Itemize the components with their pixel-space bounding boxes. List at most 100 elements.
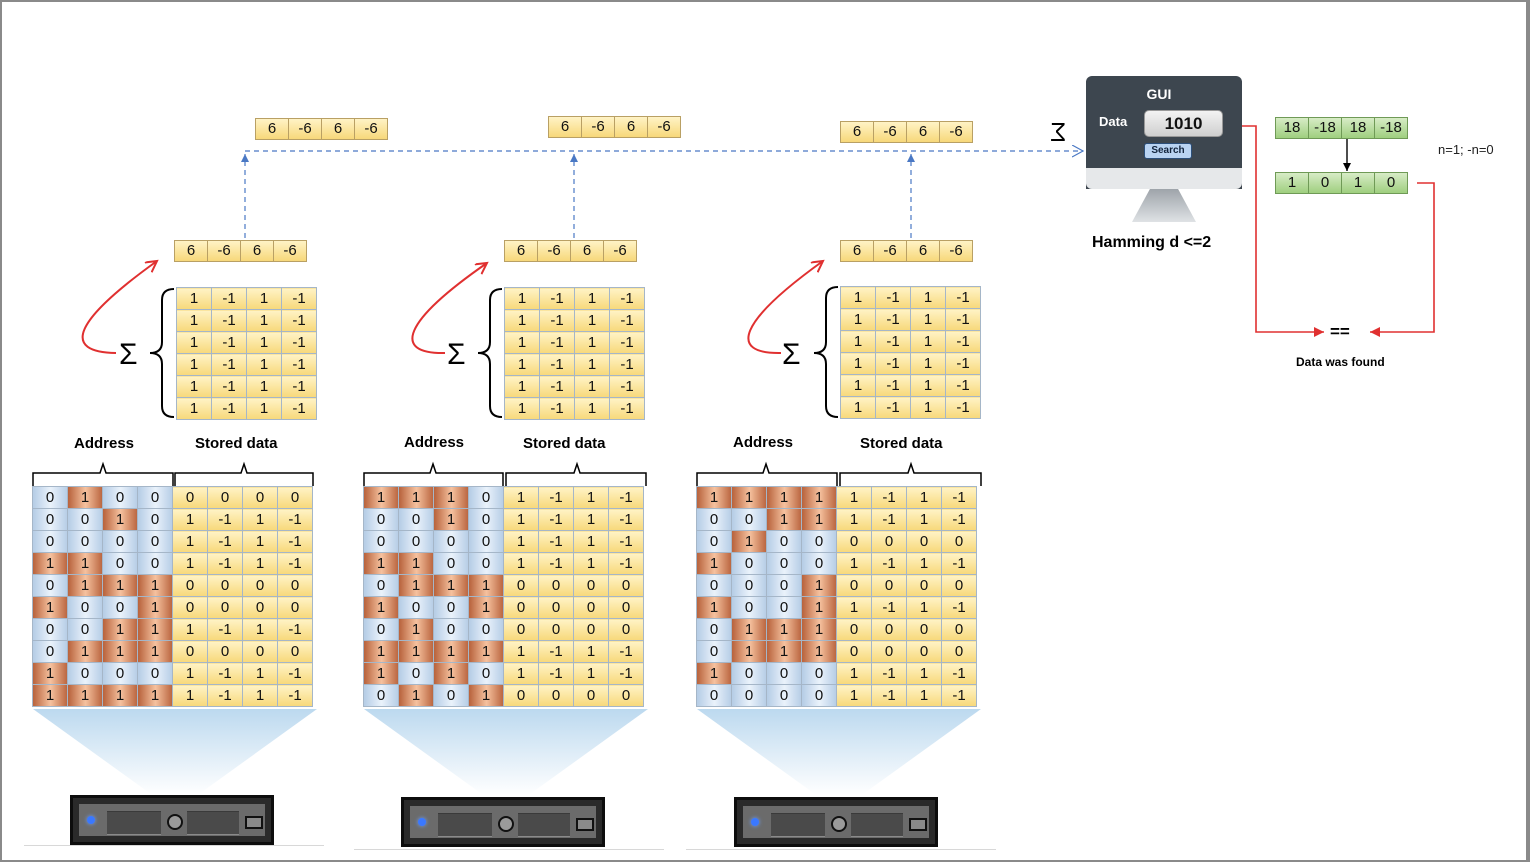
server-1 [70, 795, 274, 845]
matrix-row: 1 -1 1 -1 [504, 331, 645, 354]
address-bit-cell: 1 [67, 640, 103, 663]
stored-value-cell: 0 [836, 640, 872, 663]
stored-value-cell: 0 [941, 618, 977, 641]
stored-value-cell: -1 [871, 508, 907, 531]
address-bit-cell: 1 [32, 684, 68, 707]
address-bit-cell: 1 [433, 486, 469, 509]
stored-value-cell: 0 [608, 684, 644, 707]
stored-value-cell: -1 [871, 684, 907, 707]
matrix-cell: 1 [246, 353, 282, 376]
address-bit-cell: 0 [67, 618, 103, 641]
stored-value-cell: 0 [538, 618, 574, 641]
address-bit-cell: 1 [801, 574, 837, 597]
memory-row: 1 1 1 1 1 -1 1 -1 [32, 684, 313, 707]
stored-value-cell: -1 [871, 662, 907, 685]
address-bit-cell: 1 [137, 640, 173, 663]
addr-bracket-2 [363, 461, 504, 486]
stored-value-cell: 0 [836, 574, 872, 597]
diagram-canvas: 6 -6 6 -6 6 -6 6 -6 6 -6 6 -6 6 -6 6 -6 … [0, 0, 1530, 862]
drive-slot-icon [576, 818, 594, 831]
sigma-symbol-3: Σ [782, 338, 801, 371]
matrix-cell: -1 [875, 352, 911, 375]
stored-value-cell: 0 [906, 530, 942, 553]
address-bit-cell: 0 [731, 574, 767, 597]
sum-vector-3: 6 -6 6 -6 [840, 240, 973, 262]
stored-value-cell: 0 [871, 574, 907, 597]
stored-value-cell: 0 [242, 596, 278, 619]
vector-cell: -6 [873, 240, 907, 262]
address-bit-cell: 0 [137, 552, 173, 575]
stored-value-cell: -1 [941, 508, 977, 531]
vector-cell: 18 [1341, 117, 1375, 139]
stored-bracket-2 [505, 461, 647, 486]
stored-value-cell: 1 [172, 508, 208, 531]
stored-value-cell: 1 [242, 552, 278, 575]
address-bit-cell: 1 [67, 574, 103, 597]
search-button[interactable]: Search [1144, 143, 1192, 159]
matrix-cell: 1 [910, 308, 946, 331]
vector-cell: 6 [570, 240, 604, 262]
floor-line-2 [354, 849, 664, 850]
matrix-row: 1 -1 1 -1 [176, 375, 317, 398]
matrix-cell: 1 [910, 374, 946, 397]
address-bit-cell: 0 [433, 618, 469, 641]
stored-value-cell: -1 [608, 640, 644, 663]
matrix-cell: 1 [840, 374, 876, 397]
address-bit-cell: 1 [801, 596, 837, 619]
address-bit-cell: 0 [363, 530, 399, 553]
stored-value-cell: 0 [172, 486, 208, 509]
address-bit-cell: 1 [801, 618, 837, 641]
address-bit-cell: 0 [696, 684, 732, 707]
address-bit-cell: 0 [468, 486, 504, 509]
address-bit-cell: 1 [766, 618, 802, 641]
stored-value-cell: -1 [538, 486, 574, 509]
matrix-cell: 1 [840, 286, 876, 309]
hard-location-matrix-2: 1 -1 1 -1 1 -1 1 -1 1 -1 1 -1 1 -1 1 -1 1 -1 1 -1 1 -1 1-… [504, 287, 645, 420]
vector-cell: -6 [581, 116, 615, 138]
address-bit-cell: 0 [363, 684, 399, 707]
address-bit-cell: 1 [433, 640, 469, 663]
stored-value-cell: 1 [503, 486, 539, 509]
vector-cell: 0 [1374, 172, 1408, 194]
matrix-cell: -1 [281, 375, 317, 398]
equals-symbol: == [1330, 322, 1350, 341]
stored-value-cell: 0 [172, 596, 208, 619]
stored-label-2: Stored data [523, 435, 606, 452]
matrix-cell: -1 [539, 309, 575, 332]
matrix-cell: 1 [574, 287, 610, 310]
stored-value-cell: 1 [242, 662, 278, 685]
address-bit-cell: 1 [398, 618, 434, 641]
address-label-2: Address [404, 434, 465, 451]
matrix-cell: -1 [609, 287, 645, 310]
stored-value-cell: -1 [941, 596, 977, 619]
top-vector-2: 6 -6 6 -6 [548, 116, 681, 138]
threshold-rule: n=1; -n=0 [1438, 142, 1494, 157]
data-input[interactable]: 1010 [1144, 110, 1223, 137]
address-bit-cell: 0 [398, 596, 434, 619]
stored-value-cell: 1 [836, 552, 872, 575]
stored-value-cell: 1 [503, 662, 539, 685]
memory-row: 01000000 [696, 530, 977, 553]
address-bit-cell: 1 [137, 574, 173, 597]
vector-cell: 6 [255, 118, 289, 140]
found-message: Data was found [1296, 355, 1385, 369]
stored-value-cell: 1 [503, 640, 539, 663]
address-bit-cell: 1 [137, 684, 173, 707]
stored-value-cell: -1 [941, 662, 977, 685]
matrix-cell: 1 [504, 397, 540, 420]
stored-value-cell: 1 [836, 486, 872, 509]
stored-value-cell: 1 [172, 552, 208, 575]
vector-cell: 6 [504, 240, 538, 262]
address-bit-cell: 0 [102, 596, 138, 619]
memory-row: 1 1 1 1 1 -1 1 -1 [696, 486, 977, 509]
address-bit-cell: 1 [363, 662, 399, 685]
binary-to-compare-arrow [1370, 182, 1435, 337]
result-binary-vector: 1 0 1 0 [1275, 172, 1408, 194]
matrix-row: 1 -1 1 -1 [176, 287, 317, 310]
matrix-cell: 1 [910, 286, 946, 309]
address-bit-cell: 1 [363, 596, 399, 619]
matrix-cell: -1 [875, 330, 911, 353]
vector-cell: -6 [647, 116, 681, 138]
stored-value-cell: -1 [207, 530, 243, 553]
stored-value-cell: -1 [871, 486, 907, 509]
